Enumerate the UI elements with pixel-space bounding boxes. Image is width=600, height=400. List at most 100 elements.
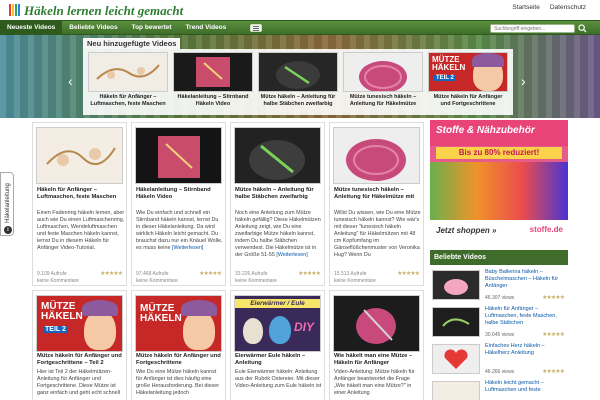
nav-beliebte-videos[interactable]: Beliebte Videos (62, 21, 124, 36)
video-thumbnail (333, 295, 420, 352)
video-title[interactable]: Eierwärmer Eule häkeln – Anleitung (235, 353, 323, 367)
video-thumbnail: MÜTZE HÄKELN (135, 295, 222, 352)
menu-toggle-button[interactable] (250, 24, 262, 32)
thumbnail-text: MÜTZE HÄKELN (432, 55, 466, 72)
video-thumbnail (135, 127, 222, 184)
main-nav-bar: Neueste Videos Beliebte Videos Top bewer… (0, 20, 600, 36)
side-tab-label: Häkelanleitung (5, 183, 11, 223)
thumbnail-text: MÜTZE HÄKELN (140, 303, 182, 324)
video-thumbnail (333, 127, 420, 184)
rating-stars: ★★★★★ (100, 271, 123, 277)
video-title[interactable]: Mütze häkeln für Anfänger und Fortgeschr… (136, 353, 224, 367)
thumbnail-part-badge: TEIL 2 (434, 75, 456, 81)
view-count: 97.468 Aufrufe (136, 271, 169, 277)
view-count: 46.266 views (485, 369, 515, 375)
stoffe-advertisement[interactable]: Stoffe & Nähzubehör Bis zu 80% reduziert… (430, 120, 568, 244)
video-thumbnail: MÜTZE HÄKELN TEIL 2 (36, 295, 123, 352)
video-thumbnail (36, 127, 123, 184)
crochet-hooks-icon (9, 4, 20, 16)
comment-count: keine Kommentare (235, 278, 277, 284)
ad-brand-logo: stoffe.de (529, 225, 563, 234)
video-description: Einen Fadenring häkeln lernen, aber auch… (37, 210, 125, 251)
sidebar-video-title[interactable]: Baby Ballerina häkeln – Büschelmaschen –… (485, 269, 565, 290)
video-card[interactable]: Häkeln für Anfänger – Luftmaschen, feste… (32, 122, 127, 286)
carousel-title: Neu hinzugefügte Videos (83, 38, 181, 49)
rating-stars: ★★★★★ (542, 332, 565, 338)
rating-stars: ★★★★★ (397, 271, 420, 277)
datenschutz-link[interactable]: Datenschutz (550, 4, 586, 11)
search-icon[interactable] (578, 24, 587, 33)
carousel-prev-icon[interactable]: ‹ (68, 73, 80, 89)
video-description: Video-Anleitung: Mütze häkeln für Anfäng… (334, 369, 415, 396)
read-more-link[interactable]: [Weiterlesen] (276, 252, 307, 258)
sidebar-video-item[interactable]: Häkeln für Anfänger – Luftmaschen, feste… (430, 304, 568, 340)
carousel-item[interactable]: MÜTZE HÄKELN TEIL 2 Mütze häkeln für Anfä… (428, 52, 508, 112)
video-card[interactable]: Häkelanleitung – Stirnband Häkeln Video … (131, 122, 226, 286)
nav-top-bewertet[interactable]: Top bewertet (125, 21, 179, 36)
video-card[interactable]: MÜTZE HÄKELN Mütze häkeln für Anfänger un… (131, 290, 226, 400)
sidebar-video-title[interactable]: Häkeln für Anfänger – Luftmaschen, feste… (485, 306, 565, 327)
video-description: Hier ist Teil 2 der Häkelmützen-Anleitun… (37, 369, 121, 396)
video-card[interactable]: Mütze tunesisch häkeln – Anleitung für H… (329, 122, 424, 286)
carousel-item[interactable]: Häkeln für Anfänger – Luftmaschen, feste… (88, 52, 168, 112)
thumbnail-part-badge: TEIL 2 (43, 326, 68, 333)
carousel-item-title: Mütze häkeln für Anfänger und Fortgeschr… (433, 94, 503, 107)
video-card[interactable]: MÜTZE HÄKELN TEIL 2 Mütze häkeln für Anfä… (32, 290, 127, 400)
popular-videos-heading: Beliebte Videos (430, 250, 568, 265)
haekelanleitung-side-tab[interactable]: Häkelanleitung i (0, 172, 14, 236)
rating-stars: ★★★★★ (542, 369, 565, 375)
sidebar-video-item[interactable]: Baby Ballerina häkeln – Büschelmaschen –… (430, 267, 568, 303)
thumbnail-text: Eierwärmer / Eule (235, 299, 320, 308)
hamburger-icon (253, 26, 259, 27)
video-card[interactable]: Wie häkelt man eine Mütze – Häkeln für A… (329, 290, 424, 400)
ad-offer: Bis zu 80% reduziert! (436, 147, 562, 159)
site-logo-text: Häkeln lernen leicht gemacht (24, 3, 184, 18)
video-grid: Häkeln für Anfänger – Luftmaschen, feste… (32, 118, 424, 400)
ad-headline: Stoffe & Nähzubehör (436, 125, 535, 136)
video-thumbnail (432, 270, 480, 300)
video-thumbnail: MÜTZE HÄKELN TEIL 2 (428, 52, 508, 92)
video-card[interactable]: Mütze häkeln – Anleitung für halbe Stäbc… (230, 122, 325, 286)
carousel-item-title: Mütze häkeln – Anleitung für halbe Stäbc… (260, 94, 336, 107)
carousel-item-title: Mütze tunesisch häkeln – Anleitung für H… (349, 94, 417, 107)
sidebar-video-title[interactable]: Einfaches Herz häkeln – Häkelherz Anleit… (485, 343, 565, 357)
carousel-item[interactable]: Mütze tunesisch häkeln – Anleitung für H… (343, 52, 423, 112)
video-title[interactable]: Mütze tunesisch häkeln – Anleitung für H… (334, 187, 422, 201)
sidebar-video-item[interactable]: Einfaches Herz häkeln – Häkelherz Anleit… (430, 341, 568, 377)
video-description: Eule Eierwärmer häkeln: Anleitung aus de… (235, 369, 322, 389)
video-description: Wie Du eine Mütze häkeln kannst für Anfä… (136, 369, 219, 396)
video-title[interactable]: Wie häkelt man eine Mütze – Häkeln für A… (334, 353, 422, 367)
video-title[interactable]: Häkelanleitung – Stirnband Häkeln Video (136, 187, 224, 201)
video-title[interactable]: Häkeln für Anfänger – Luftmaschen, feste… (37, 187, 125, 201)
search-input[interactable] (490, 24, 575, 33)
view-count: 30.645 views (485, 332, 515, 338)
top-links: Startseite Datenschutz (512, 4, 586, 11)
video-card[interactable]: Eierwärmer / Eule DIY Eierwärmer Eule hä… (230, 290, 325, 400)
video-thumbnail (343, 52, 423, 93)
nav-trend-videos[interactable]: Trend Videos (179, 21, 234, 36)
carousel-item[interactable]: Mütze häkeln – Anleitung für halbe Stäbc… (258, 52, 338, 112)
thumbnail-text: MÜTZE HÄKELN (41, 301, 83, 322)
video-title[interactable]: Mütze häkeln für Anfänger und Fortgeschr… (37, 353, 125, 367)
carousel-next-icon[interactable]: › (521, 73, 533, 89)
read-more-link[interactable]: [Weiterlesen] (172, 245, 203, 251)
video-thumbnail (173, 52, 253, 92)
comment-count: keine Kommentare (136, 278, 178, 284)
ad-cta[interactable]: Jetzt shoppen » (436, 226, 496, 235)
ad-image (430, 162, 568, 220)
comment-count: keine Kommentare (334, 278, 376, 284)
carousel-item[interactable]: Häkelanleitung – Stirnband Häkeln Video (173, 52, 253, 112)
carousel-item-title: Häkelanleitung – Stirnband Häkeln Video (177, 94, 249, 107)
rating-stars: ★★★★★ (199, 271, 222, 277)
sidebar-video-title[interactable]: Häkeln leicht gemacht – Luftmaschen und … (485, 380, 565, 394)
video-thumbnail (432, 307, 480, 337)
view-count: 46.307 views (485, 295, 515, 301)
video-thumbnail (234, 127, 321, 184)
view-count: 9.109 Aufrufe (37, 271, 67, 277)
video-description: Noch eine Anleitung zum Mütze häkeln gef… (235, 210, 321, 258)
nav-neueste-videos[interactable]: Neueste Videos (0, 21, 63, 36)
startseite-link[interactable]: Startseite (512, 4, 539, 11)
sidebar-video-item[interactable]: Häkeln leicht gemacht – Luftmaschen und … (430, 378, 568, 400)
video-title[interactable]: Mütze häkeln – Anleitung für halbe Stäbc… (235, 187, 323, 201)
video-description: Wie Du einfach und schnell ein Stirnband… (136, 210, 223, 251)
